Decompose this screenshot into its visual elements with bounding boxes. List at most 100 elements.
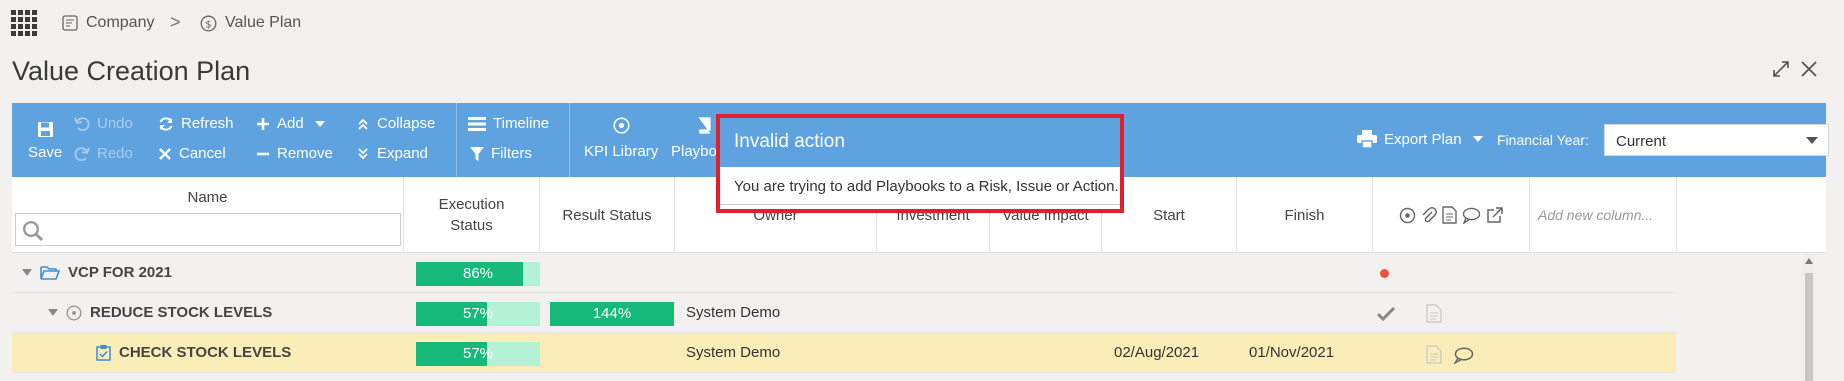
breadcrumb-company[interactable]: Company — [62, 14, 154, 32]
export-plan-label: Export Plan — [1384, 130, 1462, 148]
chevron-down-icon[interactable] — [48, 309, 58, 316]
redo-button[interactable]: Redo — [74, 145, 133, 162]
breadcrumb-separator: > — [170, 12, 181, 32]
paperclip-icon — [1421, 206, 1437, 222]
collapse-button[interactable]: Collapse — [356, 115, 435, 132]
document-icon[interactable] — [1426, 304, 1442, 323]
save-button[interactable]: Save — [28, 121, 62, 161]
collapse-label: Collapse — [377, 115, 436, 132]
dialog-message: You are trying to add Playbooks to a Ris… — [734, 178, 1119, 195]
document-icon[interactable] — [1426, 345, 1442, 364]
financial-year-label: Financial Year: — [1497, 132, 1589, 148]
row-name-label: CHECK STOCK LEVELS — [119, 344, 292, 361]
column-start-label: Start — [1153, 206, 1185, 224]
undo-button[interactable]: Undo — [74, 115, 133, 132]
minus-icon — [257, 152, 269, 155]
kpi-library-label: KPI Library — [584, 143, 659, 160]
chevron-down-icon — [1806, 137, 1818, 144]
chevron-down-icon — [1472, 136, 1483, 142]
company-icon — [62, 15, 78, 31]
finish-date-cell[interactable]: 01/Nov/2021 — [1249, 344, 1334, 361]
breadcrumb-page-label: Value Plan — [225, 14, 302, 31]
execution-progress-bar: 57% — [416, 302, 540, 326]
breadcrumb-company-label: Company — [86, 14, 155, 31]
financial-year-value: Current — [1616, 133, 1667, 150]
scrollbar-thumb[interactable] — [1805, 273, 1813, 381]
expand-icon — [358, 147, 368, 159]
execution-progress-label: 57% — [462, 345, 494, 362]
close-icon[interactable] — [1800, 58, 1818, 84]
refresh-icon — [159, 116, 173, 131]
filters-button[interactable]: Filters — [470, 145, 532, 162]
owner-cell: System Demo — [686, 344, 781, 361]
comment-icon — [1462, 207, 1480, 224]
status-dot-icon — [1380, 269, 1389, 278]
document-icon — [1441, 206, 1457, 224]
start-date-cell[interactable]: 02/Aug/2021 — [1114, 344, 1199, 361]
svg-text:$: $ — [205, 19, 211, 30]
search-input[interactable] — [50, 218, 390, 241]
table-row[interactable]: REDUCE STOCK LEVELS 57% 144% System Demo — [12, 293, 1676, 333]
refresh-button[interactable]: Refresh — [158, 115, 234, 132]
folder-open-icon — [40, 265, 60, 280]
column-execution-status-label: Execution Status — [438, 196, 505, 234]
table-row[interactable]: CHECK STOCK LEVELS 57% System Demo 02/Au… — [12, 333, 1676, 373]
export-plan-button[interactable]: Export Plan — [1357, 130, 1483, 148]
row-name: VCP FOR 2021 — [22, 264, 172, 281]
column-finish[interactable]: Finish — [1237, 177, 1373, 253]
printer-icon — [1357, 130, 1377, 148]
dollar-circle-icon: $ — [200, 15, 217, 31]
dialog-title: Invalid action — [720, 118, 1120, 167]
vertical-scrollbar[interactable] — [1803, 253, 1815, 381]
financial-year-select[interactable]: Current — [1604, 124, 1829, 156]
redo-icon — [74, 146, 90, 161]
filters-label: Filters — [491, 145, 532, 162]
timeline-icon — [468, 116, 486, 131]
top-bar: Company > $ Value Plan — [0, 0, 1844, 48]
add-label: Add — [277, 115, 304, 132]
remove-button[interactable]: Remove — [256, 145, 333, 162]
filter-icon — [470, 146, 484, 161]
execution-progress-label: 57% — [462, 305, 494, 322]
cancel-button[interactable]: Cancel — [158, 145, 226, 162]
table-row[interactable]: VCP FOR 2021 86% — [12, 253, 1676, 293]
cancel-icon — [159, 147, 171, 160]
chevron-down-icon[interactable] — [22, 269, 32, 276]
row-name: CHECK STOCK LEVELS — [96, 344, 291, 361]
search-input-box[interactable] — [15, 213, 401, 246]
cancel-label: Cancel — [179, 145, 226, 162]
comment-icon[interactable] — [1453, 347, 1474, 364]
row-name-label: REDUCE STOCK LEVELS — [90, 304, 273, 321]
expand-window-icon[interactable] — [1772, 58, 1790, 84]
column-name-label: Name — [187, 189, 228, 206]
breadcrumb-value-plan[interactable]: $ Value Plan — [200, 14, 301, 32]
column-result-status[interactable]: Result Status — [540, 177, 675, 253]
undo-icon — [74, 116, 90, 131]
invalid-action-dialog: Invalid action You are trying to add Pla… — [716, 114, 1124, 213]
target-icon — [613, 117, 630, 134]
collapse-icon — [358, 118, 368, 130]
undo-label: Undo — [97, 115, 133, 132]
result-progress-label: 144% — [592, 305, 632, 322]
column-indicators — [1373, 177, 1530, 253]
execution-progress-label: 86% — [462, 265, 494, 282]
app-grid-icon[interactable] — [11, 10, 37, 36]
target-icon — [66, 304, 82, 321]
column-execution-status[interactable]: Execution Status — [404, 177, 540, 253]
expand-label: Expand — [377, 145, 428, 162]
expand-button[interactable]: Expand — [356, 145, 428, 162]
redo-label: Redo — [97, 145, 133, 162]
add-button[interactable]: Add — [256, 115, 325, 132]
save-icon — [37, 122, 53, 137]
plus-icon — [257, 117, 269, 130]
kpi-library-button[interactable]: KPI Library — [584, 117, 658, 160]
remove-label: Remove — [277, 145, 333, 162]
dialog-footer — [720, 204, 1120, 209]
scroll-up-arrow-icon[interactable] — [1805, 258, 1813, 264]
task-clipboard-icon — [96, 345, 111, 361]
add-new-column[interactable]: Add new column... — [1530, 177, 1677, 253]
external-link-icon — [1486, 206, 1503, 223]
owner-cell: System Demo — [686, 304, 781, 321]
timeline-button[interactable]: Timeline — [468, 115, 549, 132]
refresh-label: Refresh — [181, 115, 234, 132]
